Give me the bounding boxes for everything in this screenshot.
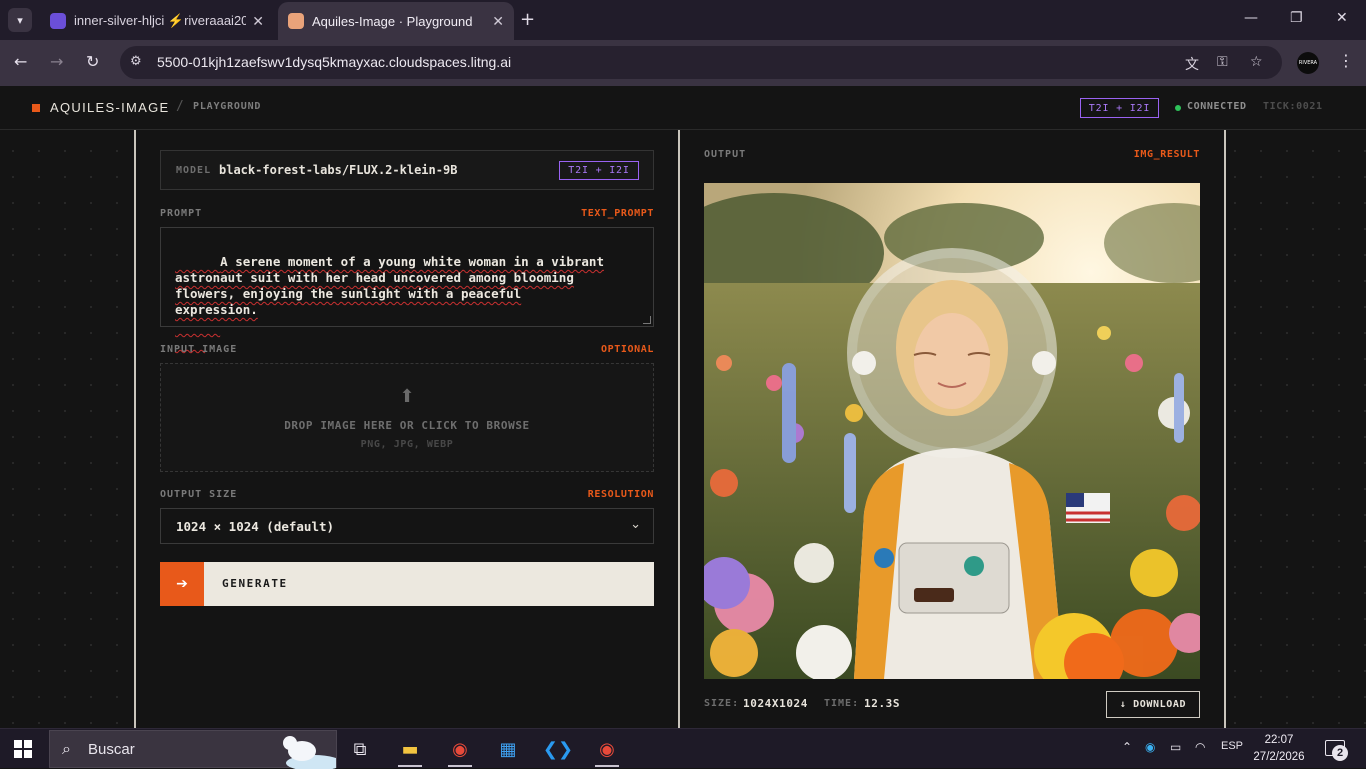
resize-handle-icon[interactable] (643, 316, 651, 324)
forward-arrow-icon[interactable]: → (50, 52, 63, 71)
browser-tab[interactable]: inner-silver-hljci ⚡riveraaai2000 ✕ (40, 2, 274, 40)
generate-label: GENERATE (222, 577, 288, 590)
back-arrow-icon[interactable]: ← (14, 52, 27, 71)
output-tag: IMG_RESULT (1133, 149, 1200, 160)
windows-taskbar: ⌕ Buscar ⧉ ▬ ◉ ▦ ❮❯ ◉ ⌃ ◉ ▭ ◠ ESP 22:07 … (0, 728, 1366, 769)
chrome-icon[interactable]: ◉ (440, 733, 480, 767)
output-size-value: 1024 × 1024 (default) (176, 519, 335, 534)
new-tab-plus-icon[interactable]: + (520, 9, 535, 30)
browser-tab-active[interactable]: Aquiles-Image · Playground ✕ (278, 2, 514, 40)
astronaut-in-flowers-image (704, 183, 1200, 679)
file-explorer-icon[interactable]: ▬ (390, 733, 430, 767)
prompt-textarea[interactable]: A serene moment of a young white woman i… (160, 227, 654, 327)
dropzone-text: DROP IMAGE HERE OR CLICK TO BROWSE (284, 419, 530, 432)
url-text[interactable]: 5500-01kjh1zaefswv1dysq5kmayxac.cloudspa… (157, 54, 511, 70)
time-value: 12.3S (864, 697, 901, 710)
breadcrumb-separator: / (176, 99, 184, 114)
windows-start-icon[interactable] (14, 740, 32, 758)
dropzone-formats: PNG, JPG, WEBP (360, 439, 454, 450)
tab-search-button[interactable]: ▾ (8, 8, 32, 32)
upload-arrow-icon: ⬆ (399, 386, 415, 407)
image-dropzone[interactable]: ⬆ DROP IMAGE HERE OR CLICK TO BROWSE PNG… (160, 363, 654, 472)
microsoft-store-icon[interactable]: ▦ (488, 733, 528, 765)
size-value: 1024X1024 (743, 697, 809, 710)
status-dot-icon (1175, 105, 1181, 111)
output-panel: OUTPUT IMG_RESULT SIZE: 1024X1024 TIME: … (680, 130, 1226, 728)
output-size-tag: RESOLUTION (587, 489, 654, 500)
output-label: OUTPUT (704, 149, 747, 160)
bookmark-star-icon[interactable]: ☆ (1250, 54, 1263, 70)
input-panel: MODEL black-forest-labs/FLUX.2-klein-9B … (134, 130, 680, 728)
browser-toolbar: ← → ↻ ⚙ 5500-01kjh1zaefswv1dysq5kmayxac.… (0, 40, 1366, 86)
tab-title: inner-silver-hljci ⚡riveraaai2000 (74, 13, 247, 28)
translate-icon[interactable]: 文 (1185, 54, 1199, 74)
clock-time: 22:07 (1264, 734, 1294, 746)
size-label: SIZE: (704, 698, 740, 709)
app-tray-icon[interactable]: ◉ (1145, 740, 1155, 754)
model-capability-badge: T2I + I2I (559, 161, 639, 180)
close-tab-icon[interactable]: ✕ (492, 13, 504, 30)
notification-count-badge: 2 (1332, 745, 1348, 761)
time-label: TIME: (824, 698, 860, 709)
tray-chevron-up-icon[interactable]: ⌃ (1122, 740, 1132, 754)
site-settings-icon[interactable]: ⚙ (130, 54, 142, 69)
restore-window-icon[interactable]: ❐ (1290, 10, 1303, 26)
model-label: MODEL (176, 165, 212, 176)
minimize-window-icon[interactable]: — (1244, 10, 1258, 26)
reload-icon[interactable]: ↻ (86, 52, 99, 71)
address-bar[interactable]: ⚙ 5500-01kjh1zaefswv1dysq5kmayxac.clouds… (120, 46, 1282, 79)
taskbar-search[interactable]: ⌕ Buscar (49, 730, 337, 769)
aquiles-favicon-icon (288, 13, 304, 29)
polar-bear-icon (283, 736, 336, 769)
system-clock[interactable]: 22:07 27/2/2026 (1248, 732, 1310, 766)
output-size-label: OUTPUT SIZE (160, 489, 238, 500)
close-tab-icon[interactable]: ✕ (252, 13, 264, 30)
generate-button[interactable]: ➔ GENERATE (160, 562, 654, 606)
brand-name: AQUILES-IMAGE (50, 100, 170, 115)
profile-avatar[interactable]: RIVERA (1297, 52, 1319, 74)
generated-image[interactable] (704, 183, 1200, 679)
model-name: black-forest-labs/FLUX.2-klein-9B (219, 163, 458, 177)
breadcrumb: PLAYGROUND (193, 101, 262, 112)
close-window-icon[interactable]: ✕ (1336, 10, 1348, 26)
browser-menu-icon[interactable]: ⋮ (1338, 51, 1354, 70)
prompt-text: A serene moment of a young white woman i… (175, 254, 604, 317)
output-size-select[interactable]: 1024 × 1024 (default) ⌄ (160, 508, 654, 544)
prompt-label: PROMPT (160, 208, 203, 219)
vscode-icon[interactable]: ❮❯ (538, 733, 578, 765)
search-icon: ⌕ (62, 739, 71, 758)
chevron-down-icon: ⌄ (630, 517, 641, 532)
task-view-icon[interactable]: ⧉ (340, 733, 380, 765)
prompt-tag: TEXT_PROMPT (581, 208, 654, 219)
browser-tab-strip: ▾ inner-silver-hljci ⚡riveraaai2000 ✕ Aq… (0, 0, 1366, 40)
app-root: AQUILES-IMAGE / PLAYGROUND T2I + I2I CON… (0, 86, 1366, 728)
brand-square-icon (32, 104, 40, 112)
arrow-right-icon: ➔ (160, 562, 204, 606)
input-image-tag: OPTIONAL (601, 344, 654, 355)
mode-badge: T2I + I2I (1080, 98, 1159, 118)
app-header: AQUILES-IMAGE / PLAYGROUND T2I + I2I CON… (0, 86, 1366, 130)
chrome-profile-icon[interactable]: ◉ (587, 733, 627, 767)
tick-counter: TICK:0021 (1263, 101, 1323, 112)
model-info: MODEL black-forest-labs/FLUX.2-klein-9B … (160, 150, 654, 190)
clock-date: 27/2/2026 (1253, 751, 1305, 763)
battery-icon[interactable]: ▭ (1170, 740, 1181, 754)
connection-status: CONNECTED (1187, 101, 1247, 112)
search-placeholder: Buscar (88, 741, 135, 758)
download-button[interactable]: ↓ DOWNLOAD (1106, 691, 1200, 718)
password-key-icon[interactable]: ⚿ (1217, 54, 1228, 70)
wifi-icon[interactable]: ◠ (1195, 740, 1205, 754)
lightning-studio-icon (50, 13, 66, 29)
tab-title: Aquiles-Image · Playground (312, 13, 473, 29)
input-image-label: INPUT IMAGE (160, 344, 238, 355)
language-indicator[interactable]: ESP (1221, 740, 1243, 752)
